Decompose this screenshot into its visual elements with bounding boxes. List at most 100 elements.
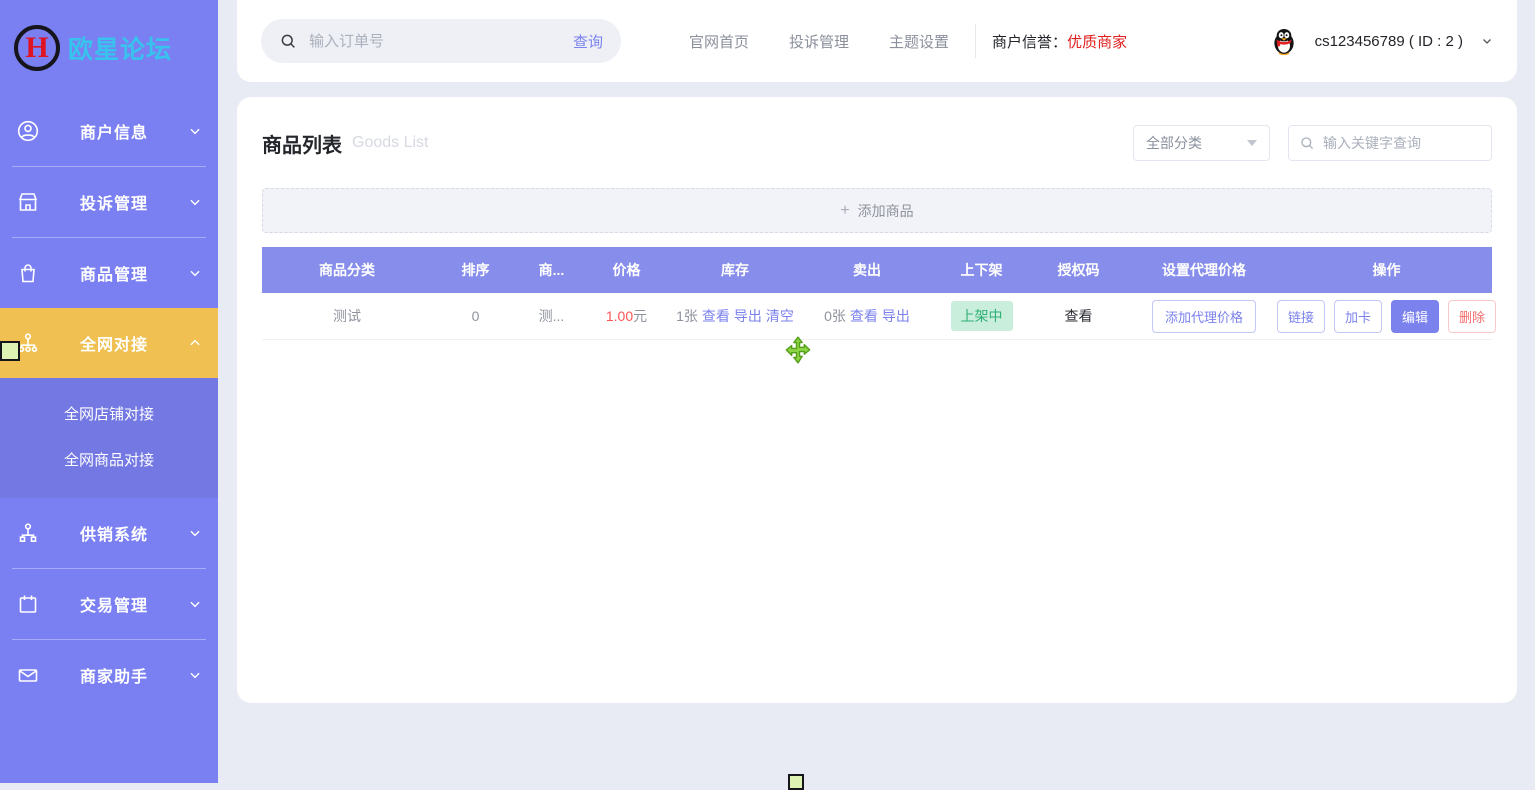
logo-text: 欧星论坛 [68, 30, 172, 66]
panel-header: 商品列表 Goods List 全部分类 [262, 125, 1492, 161]
search-icon [1299, 135, 1315, 151]
col-sort: 排序 [432, 260, 519, 280]
cell-stock: 1张查看导出清空 [669, 306, 801, 326]
resize-handle[interactable] [0, 341, 20, 361]
nav-official-home[interactable]: 官网首页 [689, 31, 749, 52]
add-product-label: 添加商品 [858, 201, 914, 221]
sidebar-subitem-shop-connect[interactable]: 全网店铺对接 [0, 392, 218, 438]
sidebar-item-label: 全网对接 [40, 331, 188, 355]
merchant-reputation: 商户信誉：优质商家 [992, 31, 1127, 52]
sidebar-item-label: 供销系统 [40, 521, 188, 545]
status-badge[interactable]: 上架中 [951, 301, 1013, 331]
add-card-button[interactable]: 加卡 [1334, 300, 1382, 333]
bag-icon [16, 261, 40, 285]
cell-category: 测试 [262, 306, 432, 326]
sidebar-item-merchant-helper[interactable]: 商家助手 [0, 640, 218, 710]
chevron-down-icon [188, 266, 202, 280]
stock-view-link[interactable]: 查看 [702, 308, 730, 324]
add-product-button[interactable]: + 添加商品 [262, 188, 1492, 233]
col-sold: 卖出 [801, 260, 933, 280]
add-agent-price-button[interactable]: 添加代理价格 [1152, 300, 1256, 333]
col-name: 商... [519, 260, 584, 280]
col-actions: 操作 [1281, 260, 1492, 280]
cell-price: 1.00元 [584, 306, 669, 326]
sidebar-item-label: 商户信息 [40, 119, 188, 143]
query-button[interactable]: 查询 [573, 31, 603, 52]
filters: 全部分类 [1133, 125, 1492, 161]
sidebar-item-supply-system[interactable]: 供销系统 [0, 498, 218, 568]
col-price: 价格 [584, 260, 669, 280]
chevron-down-icon [188, 597, 202, 611]
goods-list-panel: 商品列表 Goods List 全部分类 + 添加商品 商品分类 排序 商...… [237, 97, 1517, 703]
sold-view-link[interactable]: 查看 [850, 308, 878, 324]
price-value: 1.00 [606, 308, 633, 324]
sidebar-subitem-goods-connect[interactable]: 全网商品对接 [0, 438, 218, 484]
resize-handle[interactable] [788, 774, 804, 790]
category-select-value: 全部分类 [1146, 133, 1247, 153]
move-cursor-icon [784, 336, 812, 364]
chevron-down-icon [188, 195, 202, 209]
username: cs123456789 ( ID : 2 ) [1315, 33, 1463, 50]
col-auth-code: 授权码 [1030, 260, 1127, 280]
sidebar-submenu: 全网店铺对接 全网商品对接 [0, 378, 218, 498]
topbar-divider [975, 24, 976, 58]
chevron-down-icon [188, 526, 202, 540]
cell-name: 测... [519, 306, 584, 326]
col-agent-price: 设置代理价格 [1127, 260, 1281, 280]
qq-penguin-avatar[interactable] [1269, 26, 1299, 56]
edit-button[interactable]: 编辑 [1391, 300, 1439, 333]
sold-export-link[interactable]: 导出 [882, 308, 910, 324]
dropdown-arrow-icon [1247, 140, 1257, 146]
cell-auth-code: 查看 [1030, 306, 1127, 326]
topbar-nav: 官网首页 投诉管理 主题设置 [689, 31, 949, 52]
stock-count: 1张 [676, 308, 698, 324]
sidebar-item-label: 交易管理 [40, 592, 188, 616]
cell-actions: 链接 加卡 编辑 删除 [1281, 300, 1492, 333]
sidebar-nav: 商户信息 投诉管理 商品管理 [0, 96, 218, 710]
col-category: 商品分类 [262, 260, 432, 280]
reputation-label: 商户信誉： [992, 34, 1067, 51]
auth-code-view-link[interactable]: 查看 [1065, 308, 1093, 324]
delete-button[interactable]: 删除 [1448, 300, 1496, 333]
table-header-row: 商品分类 排序 商... 价格 库存 卖出 上下架 授权码 设置代理价格 操作 [262, 247, 1492, 293]
chevron-up-icon [188, 336, 202, 350]
network-icon [16, 521, 40, 545]
sidebar-item-merchant-info[interactable]: 商户信息 [0, 96, 218, 166]
goods-table: 商品分类 排序 商... 价格 库存 卖出 上下架 授权码 设置代理价格 操作 … [262, 247, 1492, 340]
plus-icon: + [840, 202, 849, 220]
col-stock: 库存 [669, 260, 801, 280]
cell-shelf-status: 上架中 [933, 301, 1030, 331]
keyword-search-input[interactable] [1321, 134, 1481, 152]
sidebar-item-trade-mgmt[interactable]: 交易管理 [0, 569, 218, 639]
sidebar: H 欧星论坛 商户信息 投诉管理 商品 [0, 0, 218, 783]
sidebar-item-label: 商品管理 [40, 261, 188, 285]
logo-h-icon: H [14, 25, 60, 71]
chevron-down-icon[interactable] [1481, 35, 1493, 47]
chevron-down-icon [188, 124, 202, 138]
page-subtitle: Goods List [352, 134, 1133, 152]
cell-sort: 0 [432, 308, 519, 324]
user-area[interactable]: cs123456789 ( ID : 2 ) [1269, 26, 1493, 56]
mail-icon [16, 663, 40, 687]
reputation-value: 优质商家 [1067, 34, 1127, 51]
table-row: 测试 0 测... 1.00元 1张查看导出清空 0张查看导出 上架中 查看 添… [262, 293, 1492, 340]
sidebar-item-complaint-mgmt[interactable]: 投诉管理 [0, 167, 218, 237]
cell-agent-price: 添加代理价格 [1127, 300, 1281, 333]
user-icon [16, 119, 40, 143]
stock-clear-link[interactable]: 清空 [766, 308, 794, 324]
category-select[interactable]: 全部分类 [1133, 125, 1270, 161]
link-button[interactable]: 链接 [1277, 300, 1325, 333]
col-shelf-status: 上下架 [933, 260, 1030, 280]
store-icon [16, 190, 40, 214]
row-actions: 链接 加卡 编辑 删除 [1281, 300, 1492, 333]
logo[interactable]: H 欧星论坛 [0, 0, 218, 96]
stock-export-link[interactable]: 导出 [734, 308, 762, 324]
sidebar-item-goods-mgmt[interactable]: 商品管理 [0, 238, 218, 308]
nav-theme-settings[interactable]: 主题设置 [889, 31, 949, 52]
sidebar-item-network-connect[interactable]: 全网对接 [0, 308, 218, 378]
nav-complaint-mgmt[interactable]: 投诉管理 [789, 31, 849, 52]
sold-count: 0张 [824, 308, 846, 324]
sidebar-item-label: 商家助手 [40, 663, 188, 687]
chevron-down-icon [188, 668, 202, 682]
order-search-input[interactable] [307, 32, 563, 51]
